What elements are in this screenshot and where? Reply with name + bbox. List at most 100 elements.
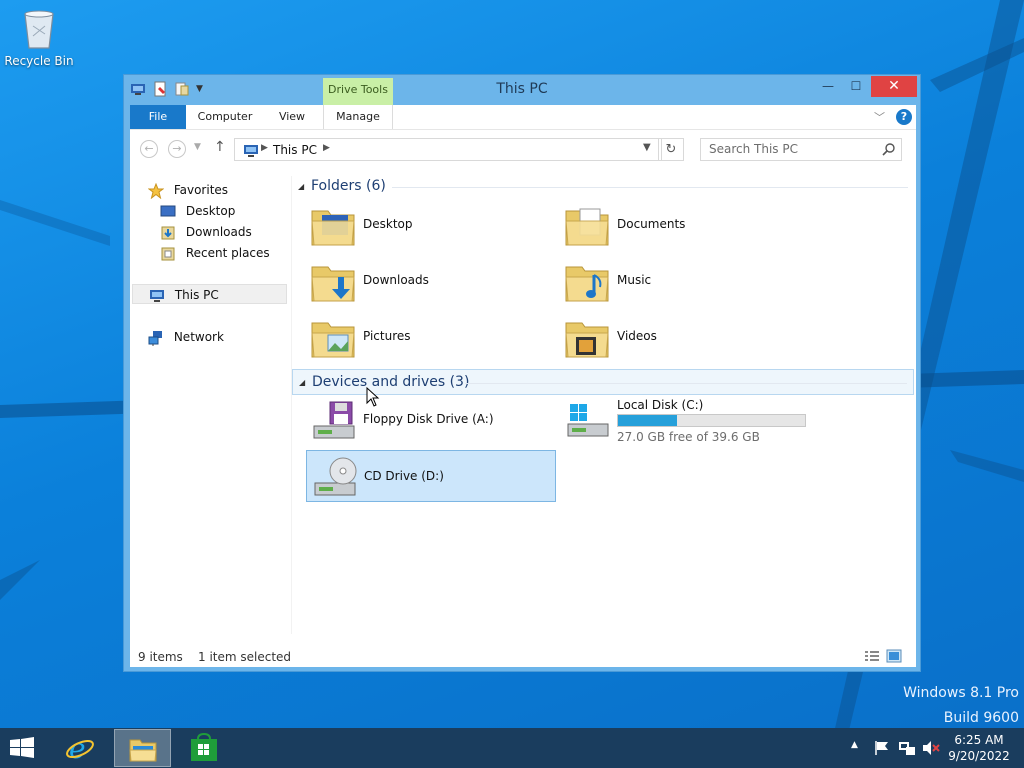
- search-input[interactable]: [709, 142, 874, 156]
- mouse-cursor-icon: [366, 387, 380, 407]
- item-name: Floppy Disk Drive (A:): [363, 412, 494, 426]
- help-icon[interactable]: ?: [896, 109, 912, 125]
- group-label: Devices and drives (3): [312, 374, 470, 390]
- explorer-content: ← → ▼ ↑ ▶ This PC ▶ ▼ ↻ Search This PC F…: [130, 129, 916, 667]
- title-bar[interactable]: ▼ Drive Tools This PC — ☐ ✕: [124, 75, 920, 105]
- folder-music[interactable]: Music: [560, 255, 810, 307]
- up-button[interactable]: ↑: [214, 139, 226, 155]
- disk-free-space: 27.0 GB free of 39.6 GB: [617, 430, 760, 444]
- tab-file[interactable]: File: [130, 105, 186, 129]
- nav-item-downloads[interactable]: Downloads: [160, 222, 252, 242]
- breadcrumb-separator-icon[interactable]: ▶: [261, 143, 268, 153]
- disk-capacity-fill: [618, 415, 678, 426]
- file-explorer-window: ▼ Drive Tools This PC — ☐ ✕ File Compute…: [123, 74, 921, 672]
- close-button[interactable]: ✕: [871, 76, 917, 97]
- clock-date[interactable]: 9/20/2022: [944, 749, 1014, 763]
- address-history-dropdown-icon[interactable]: ▼: [643, 142, 651, 153]
- drive-cd-d[interactable]: CD Drive (D:): [306, 450, 556, 502]
- file-explorer-icon: [129, 739, 157, 762]
- back-button[interactable]: ←: [140, 140, 158, 158]
- breadcrumb-chevron-icon[interactable]: ▶: [323, 143, 330, 153]
- item-name: CD Drive (D:): [364, 469, 444, 483]
- tab-view[interactable]: View: [270, 105, 314, 129]
- folder-downloads[interactable]: Downloads: [306, 255, 556, 307]
- nav-item-label: Favorites: [173, 183, 229, 197]
- search-icon[interactable]: [882, 143, 896, 157]
- disk-capacity-bar: [617, 414, 806, 427]
- tab-manage[interactable]: Manage: [323, 105, 393, 129]
- nav-item-this-pc[interactable]: This PC: [132, 284, 287, 304]
- large-icons-view-icon[interactable]: [886, 649, 902, 663]
- recycle-bin-label: Recycle Bin: [4, 54, 74, 68]
- taskbar: e ▲ 6:25 AM 9/20/2022: [0, 728, 1024, 768]
- store-icon: [191, 733, 217, 761]
- item-name: Videos: [617, 329, 657, 343]
- nav-item-label: Desktop: [185, 204, 236, 218]
- forward-button[interactable]: →: [168, 140, 186, 158]
- nav-item-label: Recent places: [185, 246, 270, 260]
- recent-places-icon: [161, 247, 175, 260]
- show-hidden-icons-icon[interactable]: ▲: [851, 740, 858, 750]
- maximize-button[interactable]: ☐: [842, 76, 870, 97]
- ribbon-tabs: File Computer View Manage ﹀ ?: [130, 105, 916, 129]
- group-label: Folders (6): [311, 178, 386, 194]
- recycle-bin-icon: [21, 6, 57, 50]
- drive-floppy[interactable]: Floppy Disk Drive (A:): [306, 394, 556, 446]
- refresh-button[interactable]: ↻: [658, 138, 684, 161]
- this-pc-icon: [150, 289, 164, 302]
- floppy-drive-icon: [313, 401, 355, 439]
- minimize-button[interactable]: —: [814, 76, 842, 97]
- details-view-icon[interactable]: [864, 649, 880, 663]
- network-icon: [148, 330, 162, 346]
- nav-item-recent-places[interactable]: Recent places: [160, 243, 270, 263]
- internet-explorer-icon: e: [66, 733, 94, 763]
- desktop-folder-icon: [311, 210, 355, 246]
- videos-folder-icon: [565, 322, 609, 358]
- expand-ribbon-icon[interactable]: ﹀: [874, 109, 885, 125]
- windows-start-icon[interactable]: [8, 736, 36, 760]
- search-box[interactable]: [700, 138, 902, 161]
- downloads-icon: [161, 226, 175, 239]
- recycle-bin-shortcut[interactable]: Recycle Bin: [4, 6, 74, 68]
- folder-documents[interactable]: Documents: [560, 199, 810, 251]
- action-center-flag-icon[interactable]: [874, 740, 890, 756]
- local-disk-icon: [567, 404, 609, 437]
- item-count: 9 items: [138, 650, 183, 664]
- window-title: This PC: [496, 81, 548, 97]
- nav-item-favorites[interactable]: Favorites: [148, 180, 228, 200]
- drive-local-disk-c[interactable]: Local Disk (C:) 27.0 GB free of 39.6 GB: [560, 394, 860, 446]
- folder-pictures[interactable]: Pictures: [306, 311, 556, 363]
- item-name: Downloads: [363, 273, 429, 287]
- documents-folder-icon: [565, 208, 609, 246]
- taskbar-store[interactable]: [176, 729, 233, 767]
- music-folder-icon: [565, 266, 609, 302]
- build-watermark: Build 9600: [943, 710, 1019, 726]
- nav-item-label: Downloads: [185, 225, 252, 239]
- breadcrumb-this-pc[interactable]: This PC: [273, 143, 317, 157]
- navigation-bar: ← → ▼ ↑ ▶ This PC ▶ ▼ ↻: [130, 136, 916, 164]
- collapse-triangle-icon[interactable]: ◢: [298, 182, 304, 191]
- edition-watermark: Windows 8.1 Pro: [903, 685, 1019, 701]
- folders-group-header[interactable]: ◢ Folders (6): [292, 174, 914, 200]
- downloads-folder-icon: [311, 266, 355, 302]
- address-bar[interactable]: ▶ This PC ▶ ▼: [234, 138, 662, 161]
- taskbar-internet-explorer[interactable]: e: [52, 729, 109, 767]
- tab-computer[interactable]: Computer: [192, 105, 258, 129]
- folder-videos[interactable]: Videos: [560, 311, 810, 363]
- folder-desktop[interactable]: Desktop: [306, 199, 556, 251]
- desktop-icon: [160, 205, 176, 216]
- volume-muted-icon[interactable]: [922, 740, 940, 756]
- nav-item-desktop[interactable]: Desktop: [160, 201, 235, 221]
- pictures-folder-icon: [311, 322, 355, 358]
- network-tray-icon[interactable]: [898, 740, 916, 756]
- devices-group-header[interactable]: ◢ Devices and drives (3): [292, 369, 914, 395]
- collapse-triangle-icon[interactable]: ◢: [299, 378, 305, 387]
- item-name: Desktop: [363, 217, 413, 231]
- nav-item-network[interactable]: Network: [148, 327, 224, 347]
- selection-count: 1 item selected: [198, 650, 292, 664]
- navigation-pane: Favorites Desktop Downloads Recent place…: [130, 174, 290, 644]
- taskbar-file-explorer[interactable]: [114, 729, 171, 767]
- clock-time[interactable]: 6:25 AM: [944, 733, 1014, 747]
- cd-drive-icon: [314, 457, 357, 496]
- recent-locations-icon[interactable]: ▼: [194, 142, 201, 152]
